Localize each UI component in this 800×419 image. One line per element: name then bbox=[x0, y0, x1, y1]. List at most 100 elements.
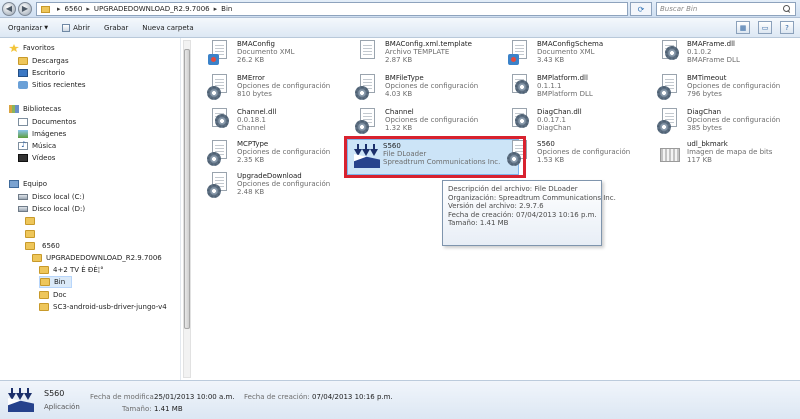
nav-folder-tv[interactable]: 4+2 TV È ÐÈ¦° bbox=[39, 264, 104, 276]
search-input[interactable] bbox=[660, 5, 778, 13]
file-type: 0.0.17.1 bbox=[537, 116, 566, 124]
nav-label: Imágenes bbox=[32, 130, 67, 138]
tooltip-created: Fecha de creación: 07/04/2013 10:16 p.m. bbox=[448, 210, 597, 219]
config-icon bbox=[656, 74, 682, 102]
dll-icon bbox=[206, 108, 232, 136]
organize-button[interactable]: Organizar ▼ bbox=[8, 24, 48, 32]
nav-folder-6560[interactable]: 6560 bbox=[25, 240, 60, 252]
file-tooltip: Descripción del archivo: File DLoader Or… bbox=[442, 180, 616, 246]
videos-icon bbox=[18, 154, 28, 162]
nav-folder-doc[interactable]: Doc bbox=[39, 289, 67, 301]
file-name: BMTimeout bbox=[687, 74, 727, 82]
back-button[interactable]: ◀ bbox=[2, 2, 16, 16]
explorer-window: ◀ ▶ ▸ 6560 ▸ UPGRADEDOWNLOAD_R2.9.7006 ▸… bbox=[0, 0, 800, 419]
nav-label: Favoritos bbox=[23, 44, 55, 52]
file-item[interactable]: BMAConfig.xml.template Archivo TEMPLATE 2.… bbox=[354, 40, 502, 74]
file-item[interactable]: BMTimeout Opciones de configuración 796 by… bbox=[656, 74, 800, 108]
nav-folder-sc3[interactable]: SC3-android-usb-driver-jungo-v4 bbox=[39, 301, 167, 313]
file-size: 810 bytes bbox=[237, 90, 272, 98]
command-bar: Organizar ▼ Abrir Grabar Nueva carpeta ▦… bbox=[0, 18, 800, 38]
new-folder-button[interactable]: Nueva carpeta bbox=[142, 24, 193, 32]
nav-label: Disco local (D:) bbox=[32, 205, 86, 213]
breadcrumb-6560[interactable]: 6560 bbox=[65, 5, 83, 13]
chevron-right-icon[interactable]: ▸ bbox=[86, 5, 90, 13]
template-icon bbox=[354, 40, 380, 68]
file-type: Opciones de configuración bbox=[237, 82, 331, 90]
nav-scrollbar[interactable] bbox=[183, 40, 191, 378]
help-button[interactable]: ? bbox=[780, 21, 794, 34]
nav-folder-unnamed-2[interactable] bbox=[25, 228, 39, 240]
nav-videos[interactable]: Vídeos bbox=[18, 152, 55, 164]
search-icon[interactable] bbox=[783, 4, 792, 14]
organize-label: Organizar bbox=[8, 23, 43, 32]
music-icon bbox=[18, 140, 28, 150]
file-item[interactable]: BMPlatform.dll 0.1.1.1 BMPlatform DLL bbox=[506, 74, 654, 108]
new-folder-label: Nueva carpeta bbox=[142, 23, 194, 32]
nav-libraries[interactable]: Bibliotecas bbox=[9, 103, 61, 115]
nav-desktop[interactable]: Escritorio bbox=[18, 67, 65, 79]
file-type: 0.1.0.2 bbox=[687, 48, 712, 56]
refresh-button[interactable]: ⟳ bbox=[630, 2, 652, 16]
nav-drive-d[interactable]: Disco local (D:) bbox=[18, 203, 85, 215]
nav-recent-places[interactable]: Sitios recientes bbox=[18, 79, 86, 91]
details-size-value: 1.41 MB bbox=[154, 405, 183, 413]
chevron-right-icon[interactable]: ▸ bbox=[214, 5, 218, 13]
search-box[interactable] bbox=[656, 2, 796, 16]
file-name: udl_bkmark bbox=[687, 140, 728, 148]
nav-drive-c[interactable]: Disco local (C:) bbox=[18, 191, 85, 203]
details-created-value: 07/04/2013 10:16 p.m. bbox=[312, 393, 393, 401]
computer-icon bbox=[9, 180, 19, 188]
file-name: DiagChan.dll bbox=[537, 108, 582, 116]
nav-downloads[interactable]: Descargas bbox=[18, 55, 69, 67]
config-icon bbox=[206, 172, 232, 200]
nav-folder-bin[interactable]: Bin bbox=[39, 276, 73, 288]
folder-icon bbox=[25, 230, 35, 238]
nav-computer[interactable]: Equipo bbox=[9, 178, 47, 190]
file-size: 2.35 KB bbox=[237, 156, 265, 164]
file-item[interactable]: BMAConfig Documento XML 26.2 KB bbox=[206, 40, 354, 74]
file-item[interactable]: MCPType Opciones de configuración 2.35 KB bbox=[206, 140, 354, 174]
change-view-button[interactable]: ▦ bbox=[736, 21, 750, 34]
file-name: Channel.dll bbox=[237, 108, 277, 116]
file-item[interactable]: UpgradeDownload Opciones de configuración… bbox=[206, 172, 354, 206]
back-arrow-icon: ◀ bbox=[5, 4, 13, 13]
refresh-icon: ⟳ bbox=[637, 4, 645, 14]
recent-places-icon bbox=[18, 81, 28, 89]
tooltip-organization: Organización: Spreadtrum Communications … bbox=[448, 193, 616, 202]
file-item[interactable]: BMAConfigSchema Documento XML 3.43 KB bbox=[506, 40, 654, 74]
nav-music[interactable]: Música bbox=[18, 140, 56, 152]
address-bar[interactable]: ▸ 6560 ▸ UPGRADEDOWNLOAD_R2.9.7006 ▸ Bin bbox=[36, 2, 628, 16]
open-button[interactable]: Abrir bbox=[62, 23, 90, 32]
file-item[interactable]: Channel.dll 0.0.18.1 Channel bbox=[206, 108, 354, 142]
file-item[interactable]: BMFileType Opciones de configuración 4.03 … bbox=[354, 74, 502, 108]
file-type: Opciones de configuración bbox=[385, 82, 479, 90]
file-name: BMPlatform.dll bbox=[537, 74, 588, 82]
file-name: MCPType bbox=[237, 140, 269, 148]
file-item[interactable]: DiagChan.dll 0.0.17.1 DiagChan bbox=[506, 108, 654, 142]
scrollbar-thumb[interactable] bbox=[184, 49, 190, 329]
dll-icon bbox=[656, 40, 682, 68]
file-item[interactable]: BMError Opciones de configuración 810 byte… bbox=[206, 74, 354, 108]
preview-pane-button[interactable]: ▭ bbox=[758, 21, 772, 34]
nav-documents[interactable]: Documentos bbox=[18, 116, 76, 128]
images-icon bbox=[18, 130, 28, 138]
file-item[interactable]: udl_bkmark Imagen de mapa de bits 117 KB bbox=[656, 140, 800, 174]
file-size: BMAFrame DLL bbox=[687, 56, 740, 64]
dll-icon bbox=[506, 74, 532, 102]
nav-folder-upgradedownload[interactable]: UPGRADEDOWNLOAD_R2.9.7006 bbox=[32, 252, 162, 264]
file-size: 2.87 KB bbox=[385, 56, 413, 64]
burn-button[interactable]: Grabar bbox=[104, 24, 128, 32]
breadcrumb-bin[interactable]: Bin bbox=[221, 5, 232, 13]
nav-folder-unnamed-1[interactable] bbox=[25, 215, 39, 227]
forward-button[interactable]: ▶ bbox=[18, 2, 32, 16]
nav-images[interactable]: Imágenes bbox=[18, 128, 66, 140]
documents-icon bbox=[18, 118, 28, 126]
file-item[interactable]: S560 Opciones de configuración 1.53 KB bbox=[506, 140, 654, 174]
nav-favorites[interactable]: Favoritos bbox=[9, 42, 55, 54]
file-item[interactable]: DiagChan Opciones de configuración 385 byt… bbox=[656, 108, 800, 142]
file-item[interactable]: BMAFrame.dll 0.1.0.2 BMAFrame DLL bbox=[656, 40, 800, 74]
chevron-right-icon[interactable]: ▸ bbox=[57, 5, 61, 13]
breadcrumb-upgradedownload[interactable]: UPGRADEDOWNLOAD_R2.9.7006 bbox=[94, 5, 210, 13]
drive-icon bbox=[18, 194, 28, 200]
nav-label: SC3-android-usb-driver-jungo-v4 bbox=[53, 303, 167, 311]
